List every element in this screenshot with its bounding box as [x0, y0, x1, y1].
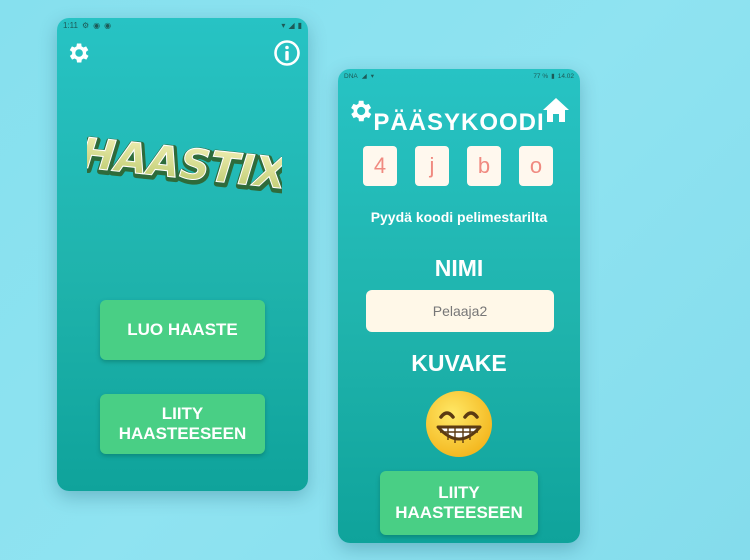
avatar-label: KUVAKE: [411, 350, 507, 376]
access-code-boxes: 4 j b o: [363, 146, 553, 186]
status-bar: 1:11 ⚙ ◉ ◉ ▾ ◢ ▮: [57, 18, 308, 32]
join-challenge-button[interactable]: LIITY HAASTEESEEN: [100, 394, 265, 454]
status-bar: DNA ◢ ▾ 77 % ▮ 14.02: [338, 69, 580, 83]
code-char-box[interactable]: b: [467, 146, 501, 186]
status-time: 1:11: [63, 20, 78, 30]
haastix-logo: HAASTIX HAASTIX: [87, 128, 282, 204]
create-challenge-label: LUO HAASTE: [127, 320, 238, 340]
status-time: 14.02: [557, 72, 574, 80]
name-label: NIMI: [434, 255, 484, 281]
notification-icon: ⚙: [81, 20, 90, 30]
join-label-line1: LIITY: [438, 483, 480, 503]
grinning-face-icon[interactable]: [424, 389, 494, 459]
battery-icon: ▮: [297, 20, 302, 30]
name-input[interactable]: [366, 290, 554, 332]
phone-screen-join: DNA ◢ ▾ 77 % ▮ 14.02 PÄÄSYKOODI 4 j b o …: [338, 69, 580, 543]
join-challenge-button[interactable]: LIITY HAASTEESEEN: [380, 471, 538, 535]
info-icon[interactable]: [273, 39, 301, 67]
carrier-label: DNA: [344, 72, 358, 80]
signal-icon: ◢: [288, 20, 295, 30]
join-label-line2: HAASTEESEEN: [395, 503, 523, 522]
join-label-line1: LIITY: [161, 404, 204, 424]
notification-icon: ◉: [104, 20, 112, 30]
battery-percent: 77 %: [533, 72, 549, 80]
wifi-icon: ▾: [370, 73, 374, 80]
gear-icon[interactable]: [65, 40, 91, 66]
access-code-title: PÄÄSYKOODI: [373, 109, 545, 136]
phone-screen-start: 1:11 ⚙ ◉ ◉ ▾ ◢ ▮ HAASTIX HAASTIX LUO HAA…: [57, 18, 308, 491]
join-label-line2: HAASTEESEEN: [118, 424, 247, 443]
code-hint-text: Pyydä koodi pelimestarilta: [370, 209, 548, 225]
battery-icon: ▮: [551, 73, 555, 80]
code-char-box[interactable]: o: [519, 146, 553, 186]
wifi-icon: ▾: [281, 20, 286, 30]
signal-icon: ◢: [361, 73, 367, 80]
create-challenge-button[interactable]: LUO HAASTE: [100, 300, 265, 360]
code-char-box[interactable]: 4: [363, 146, 397, 186]
code-char-box[interactable]: j: [415, 146, 449, 186]
notification-icon: ◉: [93, 20, 101, 30]
